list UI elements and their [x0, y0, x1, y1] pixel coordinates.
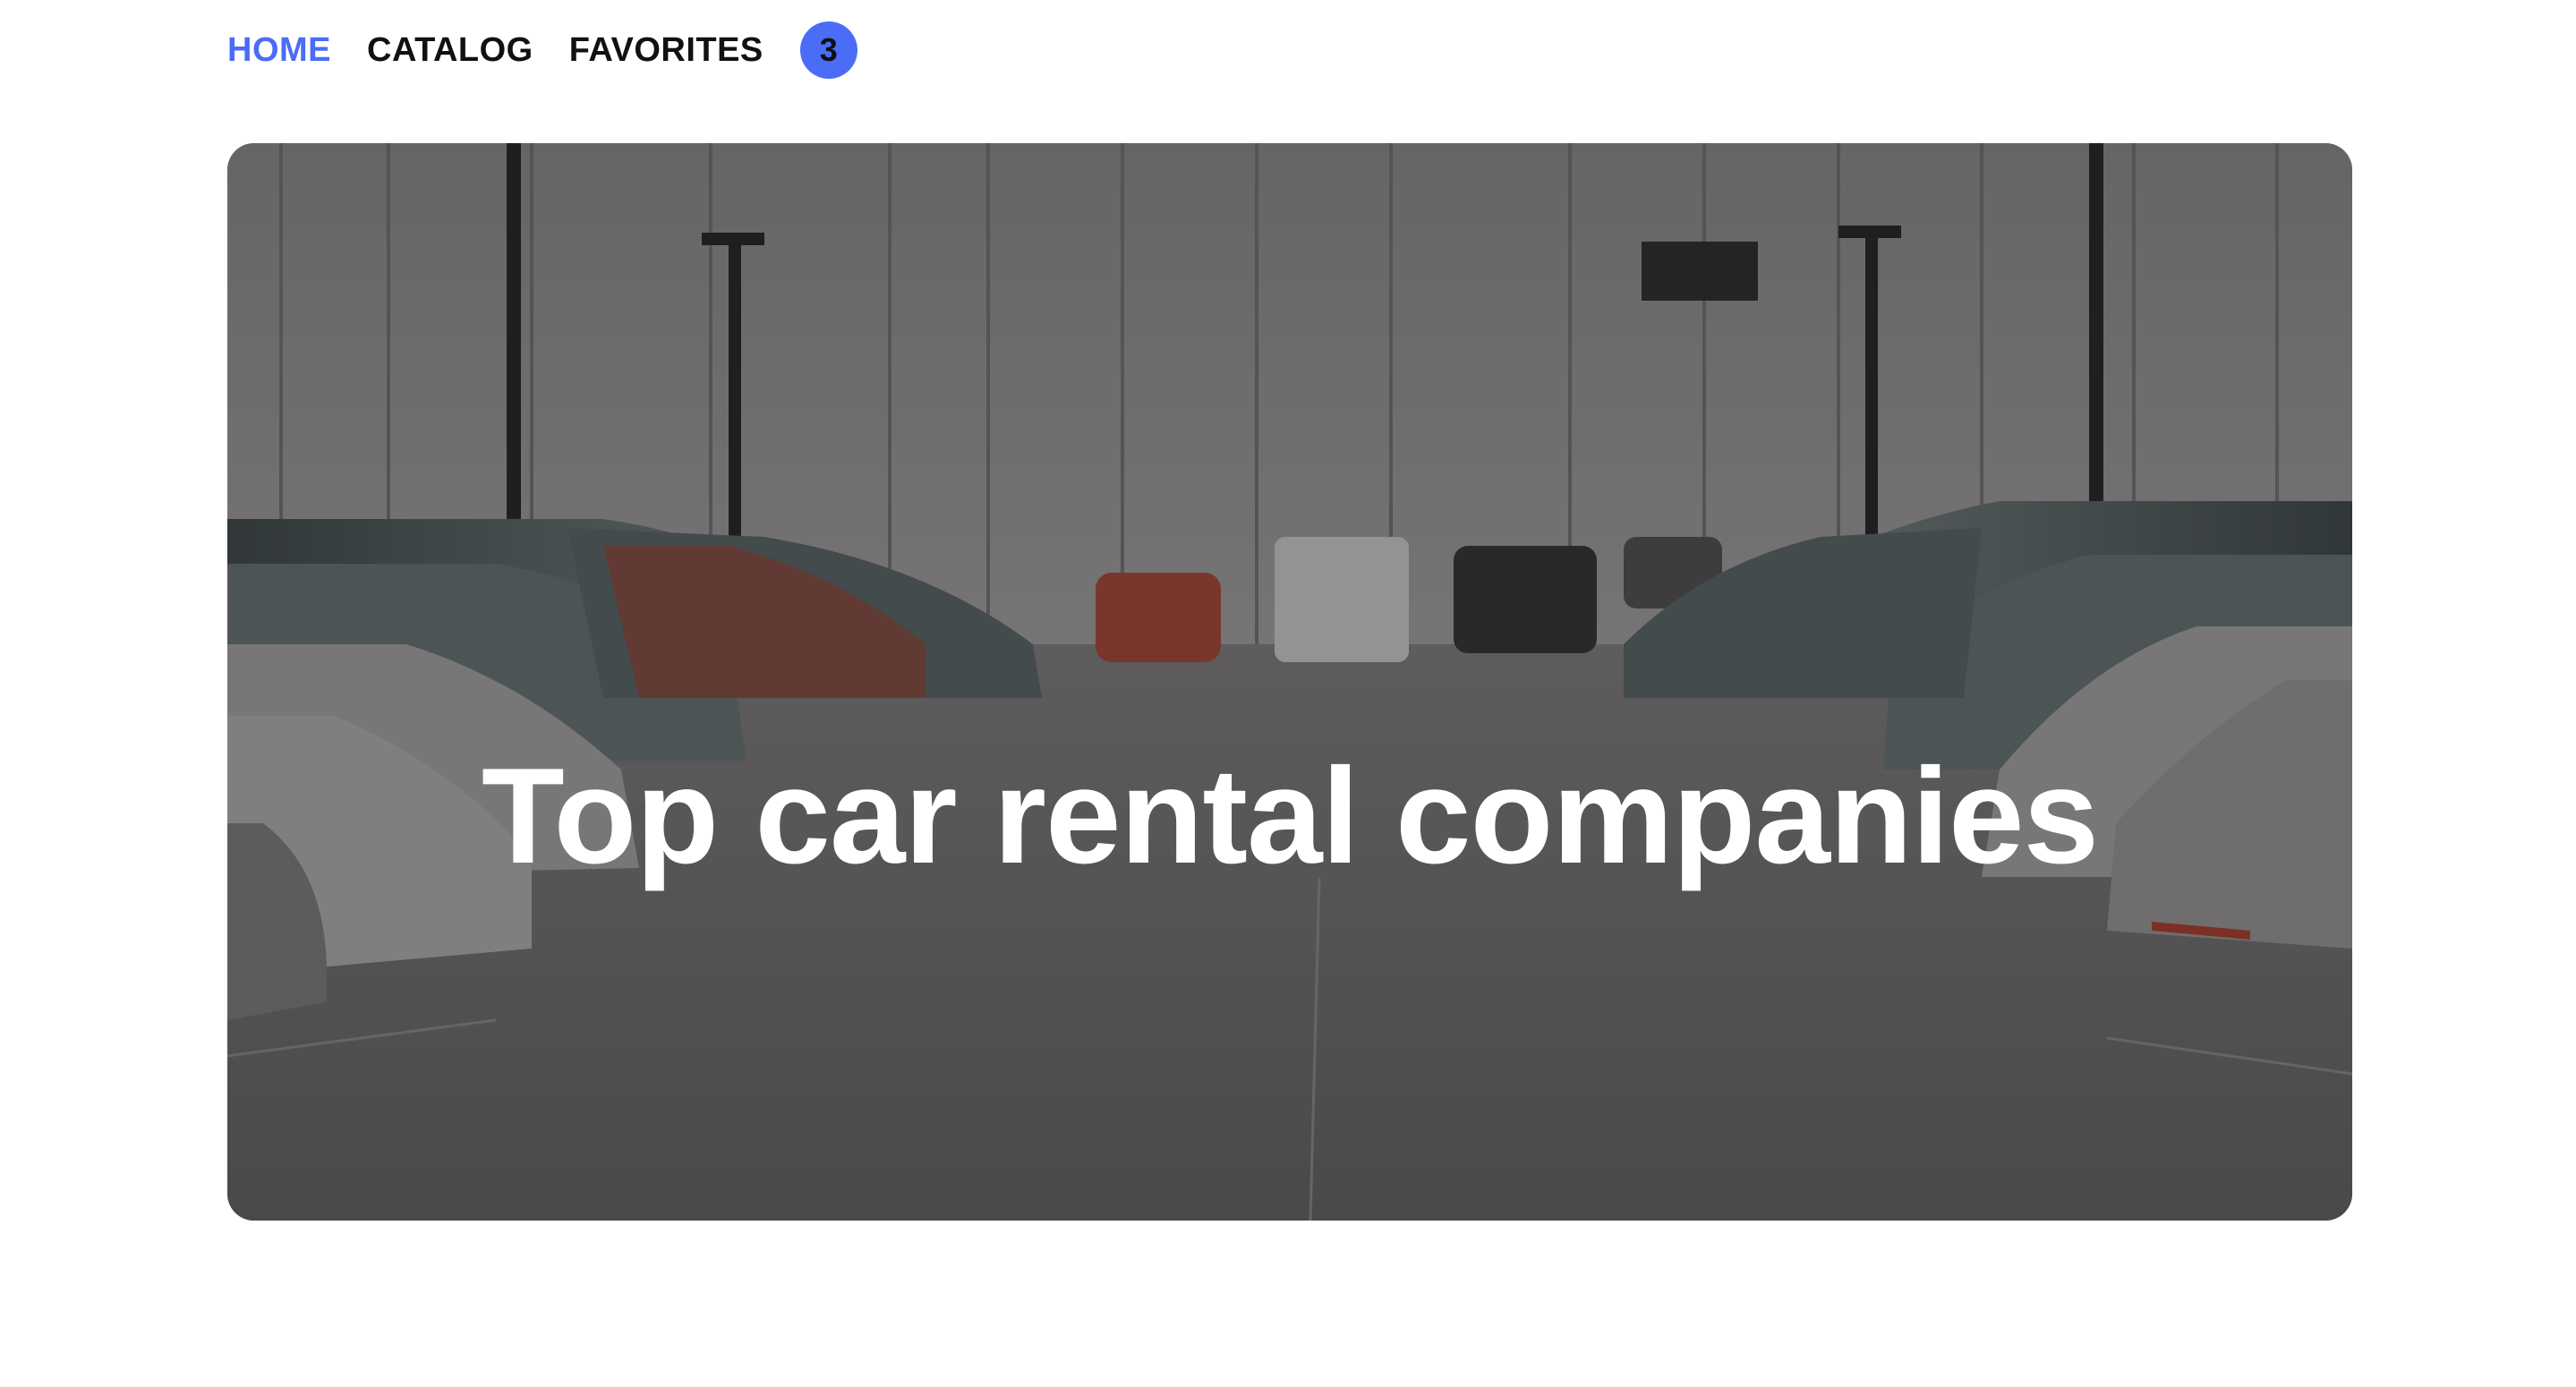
favorites-count-badge[interactable]: 3 [799, 21, 857, 79]
hero-title: Top car rental companies [481, 740, 2099, 892]
main-navigation: HOME CATALOG FAVORITES 3 [227, 21, 857, 79]
nav-home-link[interactable]: HOME [227, 31, 331, 70]
nav-favorites-link[interactable]: FAVORITES [569, 31, 763, 70]
hero-dark-overlay [227, 143, 2352, 1221]
hero-banner: Top car rental companies [227, 143, 2352, 1221]
nav-catalog-link[interactable]: CATALOG [367, 31, 533, 70]
